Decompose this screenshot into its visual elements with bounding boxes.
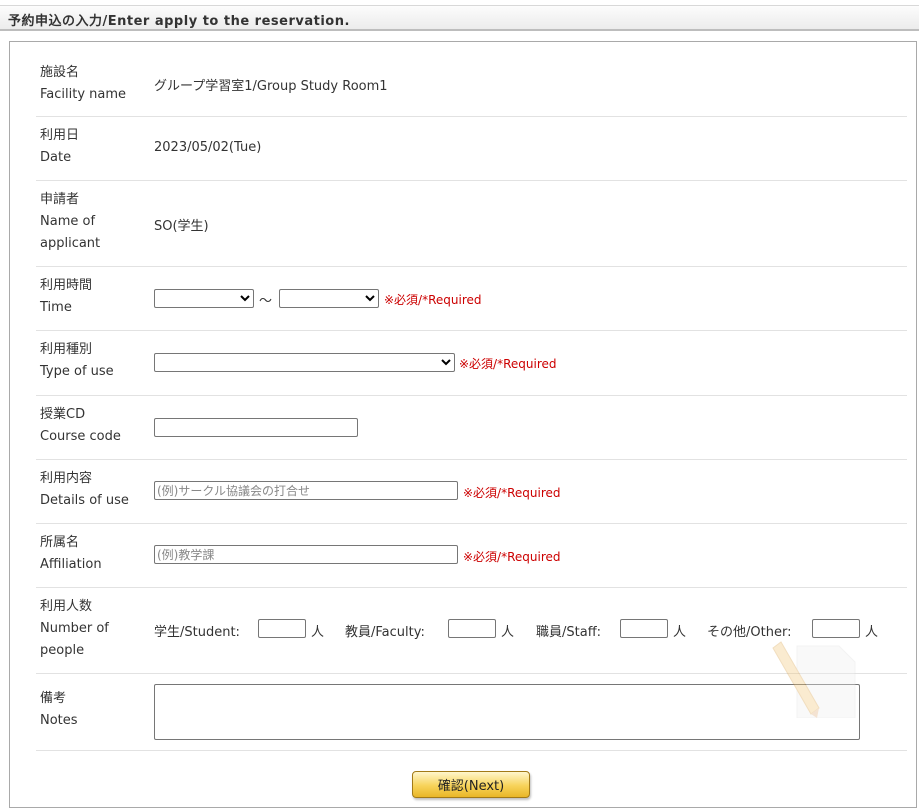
row-applicant: 申請者 Name of applicant SO(学生) bbox=[36, 181, 907, 267]
course-code-label-ja: 授業CD bbox=[40, 407, 86, 422]
student-unit: 人 bbox=[311, 625, 325, 640]
time-label-ja: 利用時間 bbox=[40, 278, 93, 293]
type-of-use-label: 利用種別 Type of use bbox=[40, 339, 114, 383]
notes-textarea[interactable] bbox=[154, 684, 860, 740]
type-of-use-select[interactable] bbox=[154, 353, 455, 372]
type-of-use-required-note: ※必須/*Required bbox=[459, 357, 557, 371]
date-value: 2023/05/02(Tue) bbox=[154, 140, 262, 155]
pencil-icon bbox=[772, 641, 856, 718]
time-separator: 〜 bbox=[259, 294, 273, 309]
time-label: 利用時間 Time bbox=[40, 275, 92, 319]
reservation-form: 施設名 Facility name グループ学習室1/Group Study R… bbox=[9, 41, 917, 808]
facility-label-ja: 施設名 bbox=[40, 65, 80, 80]
facility-value: グループ学習室1/Group Study Room1 bbox=[154, 79, 388, 94]
details-label-ja: 利用内容 bbox=[40, 471, 93, 486]
details-label-en: Details of use bbox=[40, 493, 129, 508]
row-date: 利用日 Date 2023/05/02(Tue) bbox=[36, 117, 907, 181]
time-start-select[interactable] bbox=[154, 289, 254, 308]
student-count-label: 学生/Student: bbox=[154, 625, 240, 640]
applicant-label-ja: 申請者 bbox=[40, 192, 80, 207]
facility-label: 施設名 Facility name bbox=[40, 62, 126, 106]
staff-count-input[interactable] bbox=[620, 619, 668, 638]
notes-label-ja: 備考 bbox=[40, 691, 67, 706]
row-details: 利用内容 Details of use ※必須/*Required bbox=[36, 460, 907, 524]
row-facility: 施設名 Facility name グループ学習室1/Group Study R… bbox=[36, 52, 907, 117]
staff-unit: 人 bbox=[673, 625, 687, 640]
course-code-label-en: Course code bbox=[40, 429, 121, 444]
date-label: 利用日 Date bbox=[40, 125, 79, 169]
next-button[interactable]: 確認(Next) bbox=[412, 771, 530, 798]
notes-label: 備考 Notes bbox=[40, 688, 78, 732]
type-of-use-label-ja: 利用種別 bbox=[40, 342, 93, 357]
page-header: 予約申込の入力/Enter apply to the reservation. bbox=[0, 5, 919, 31]
time-required-note: ※必須/*Required bbox=[384, 293, 482, 307]
staff-count-label: 職員/Staff: bbox=[536, 625, 602, 640]
affiliation-input[interactable] bbox=[154, 545, 458, 564]
applicant-value: SO(学生) bbox=[154, 219, 209, 234]
course-code-label: 授業CD Course code bbox=[40, 404, 121, 448]
time-label-en: Time bbox=[40, 300, 72, 315]
course-code-input[interactable] bbox=[154, 418, 358, 437]
faculty-unit: 人 bbox=[501, 625, 515, 640]
page-title: 予約申込の入力/Enter apply to the reservation. bbox=[8, 14, 350, 29]
details-required-note: ※必須/*Required bbox=[463, 486, 561, 500]
faculty-count-label: 教員/Faculty: bbox=[345, 625, 425, 640]
affiliation-label-en: Affiliation bbox=[40, 557, 102, 572]
faculty-count-input[interactable] bbox=[448, 619, 496, 638]
affiliation-label-ja: 所属名 bbox=[40, 535, 80, 550]
details-input[interactable] bbox=[154, 481, 458, 500]
affiliation-label: 所属名 Affiliation bbox=[40, 532, 102, 576]
applicant-label: 申請者 Name of applicant bbox=[40, 189, 100, 255]
facility-label-en: Facility name bbox=[40, 87, 127, 102]
row-affiliation: 所属名 Affiliation ※必須/*Required bbox=[36, 524, 907, 588]
people-label: 利用人数 Number of people bbox=[40, 596, 109, 662]
people-label-ja: 利用人数 bbox=[40, 599, 93, 614]
type-of-use-label-en: Type of use bbox=[40, 364, 114, 379]
row-course-code: 授業CD Course code bbox=[36, 396, 907, 460]
date-label-ja: 利用日 bbox=[40, 128, 80, 143]
applicant-label-en-1: Name of bbox=[40, 214, 96, 229]
details-label: 利用内容 Details of use bbox=[40, 468, 129, 512]
date-label-en: Date bbox=[40, 150, 72, 165]
affiliation-required-note: ※必須/*Required bbox=[463, 550, 561, 564]
people-label-en-1: Number of bbox=[40, 621, 109, 636]
other-count-input[interactable] bbox=[812, 619, 860, 638]
row-type-of-use: 利用種別 Type of use ※必須/*Required bbox=[36, 331, 907, 396]
row-time: 利用時間 Time 〜 ※必須/*Required bbox=[36, 267, 907, 331]
applicant-label-en-2: applicant bbox=[40, 236, 101, 251]
other-unit: 人 bbox=[865, 625, 879, 640]
time-end-select[interactable] bbox=[279, 289, 379, 308]
people-label-en-2: people bbox=[40, 643, 85, 658]
notes-label-en: Notes bbox=[40, 713, 78, 728]
student-count-input[interactable] bbox=[258, 619, 306, 638]
